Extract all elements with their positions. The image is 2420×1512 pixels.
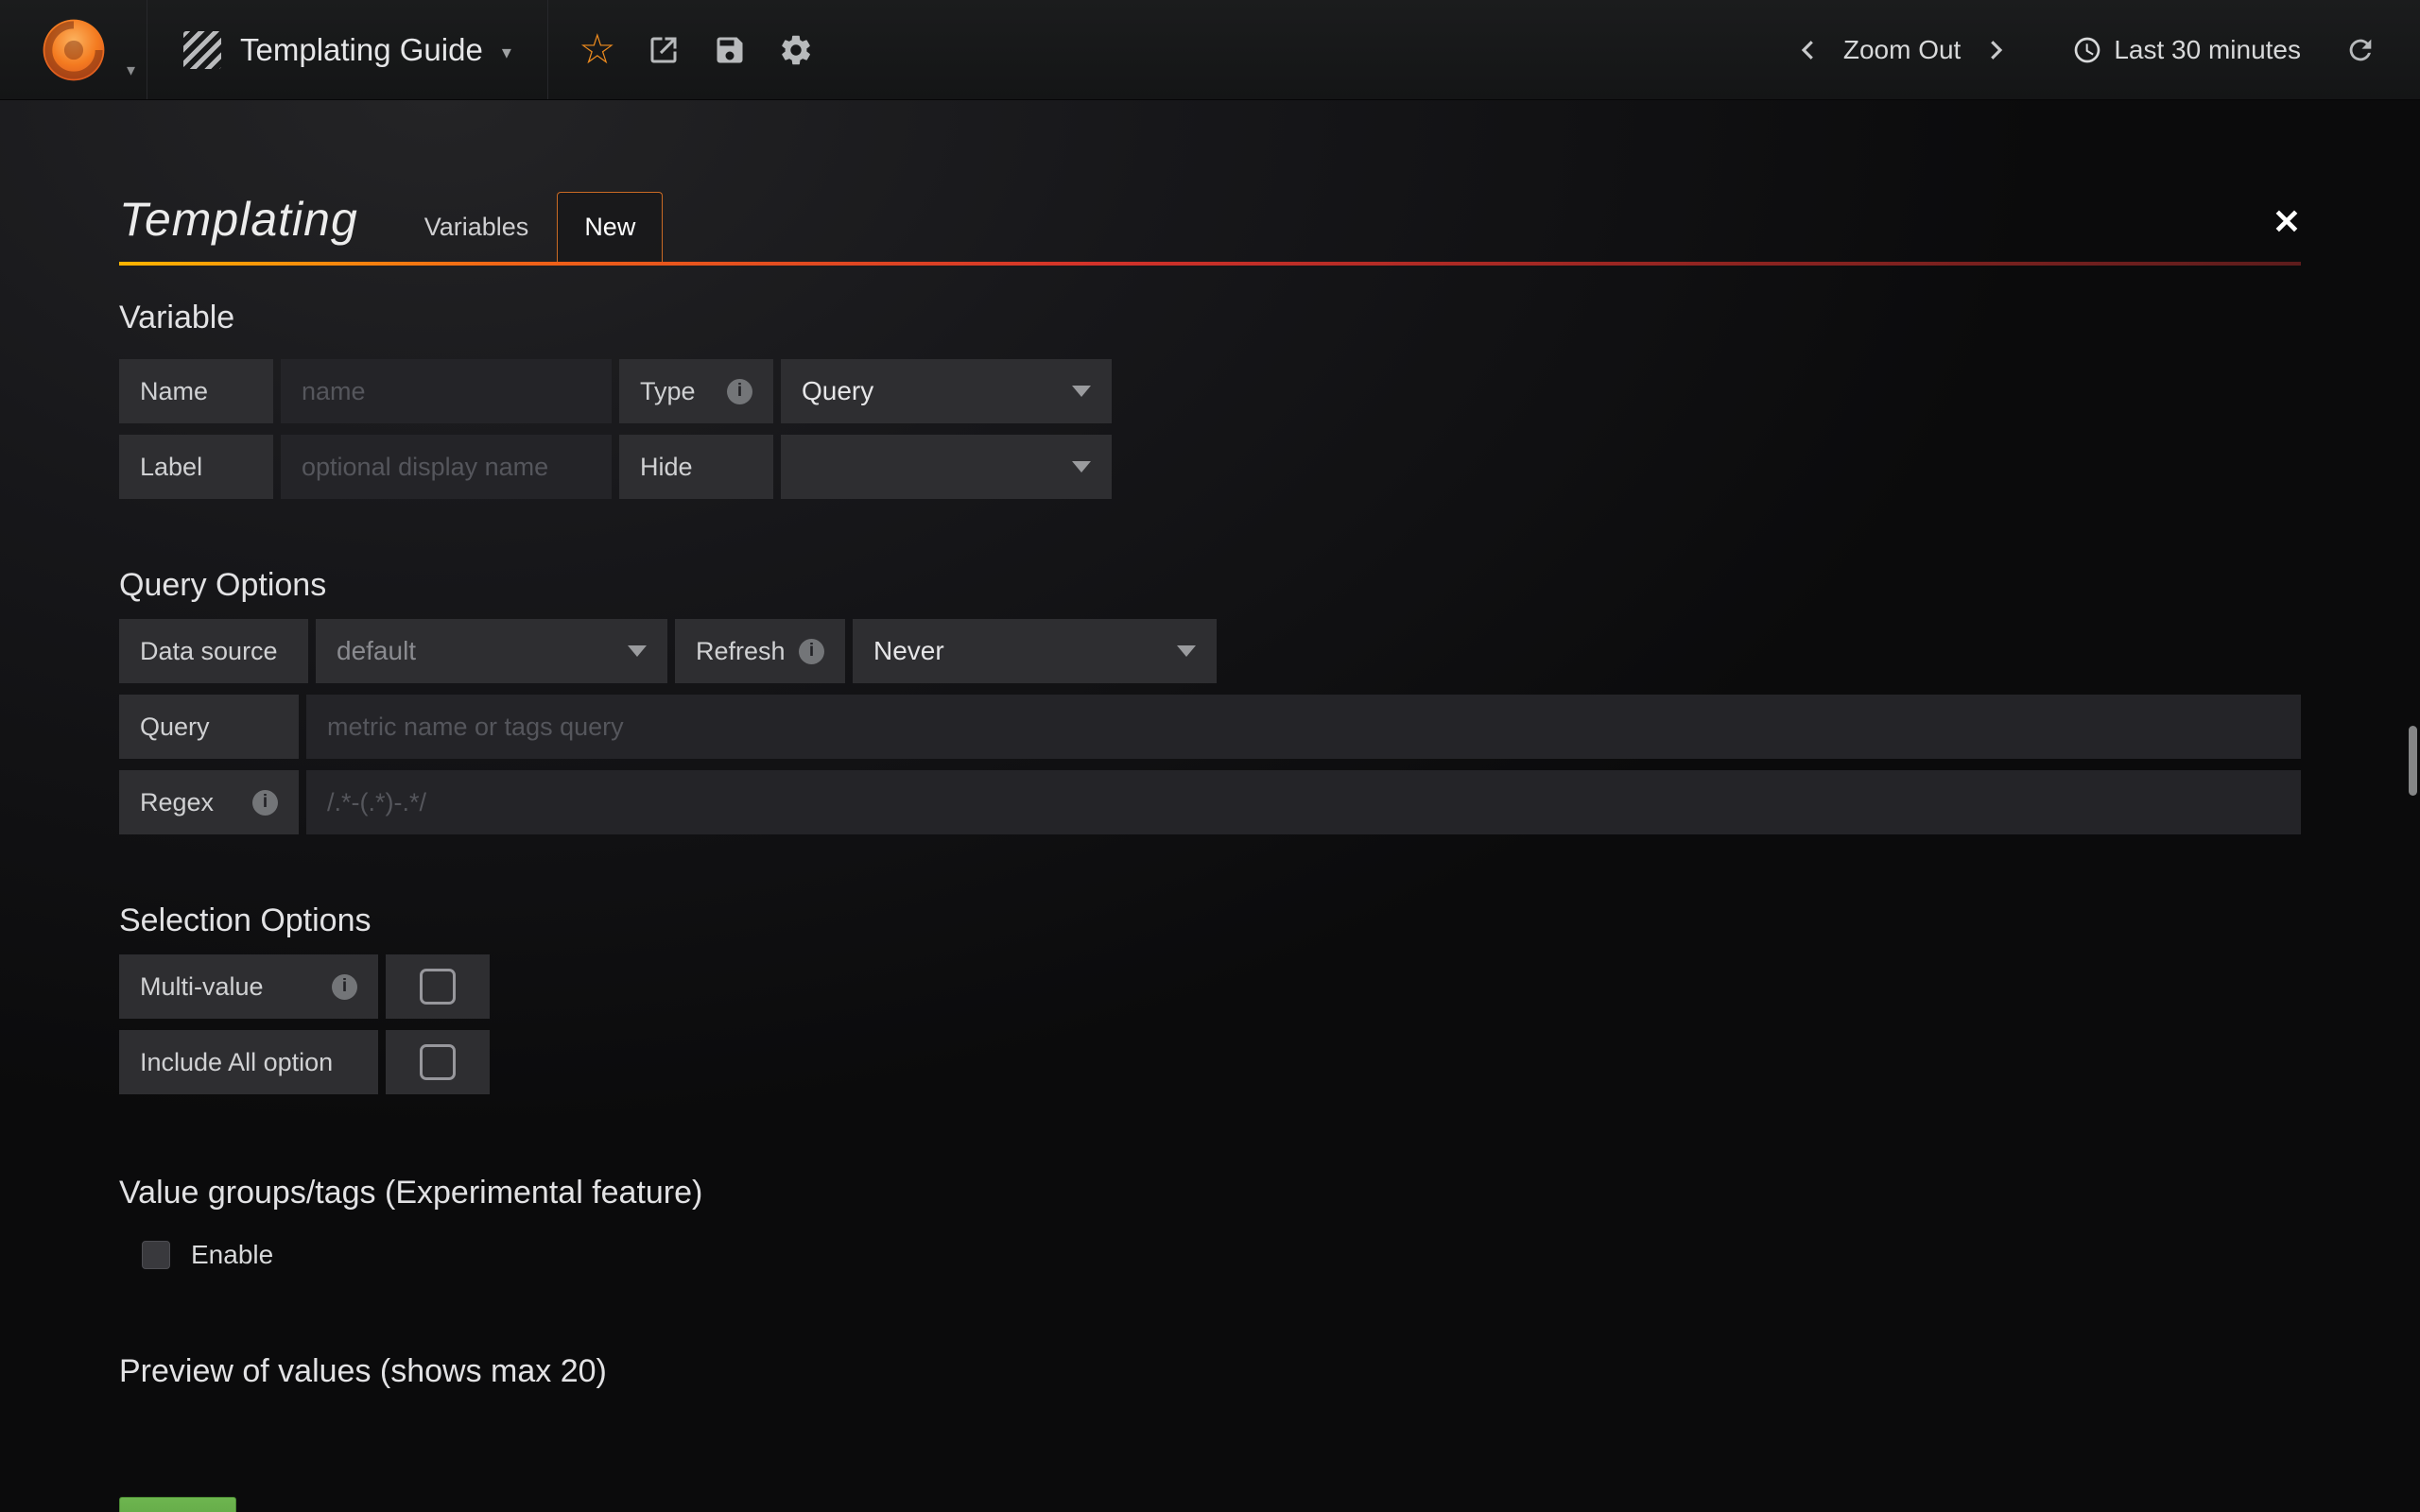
label-input[interactable]: [281, 435, 612, 499]
variable-name-row: Name Type i Query: [119, 359, 2301, 423]
templating-editor: Templating Variables New ✕ Variable Name…: [0, 192, 2420, 1512]
refresh-select[interactable]: Never: [853, 619, 1217, 683]
name-label: Name: [119, 359, 273, 423]
grafana-logo-icon: [40, 16, 108, 84]
type-label: Type i: [619, 359, 773, 423]
regex-info-icon[interactable]: i: [252, 790, 278, 816]
navbar-spacer: [845, 0, 1781, 99]
selection-options-heading: Selection Options: [119, 902, 2301, 939]
data-source-select-caret-icon: [628, 645, 647, 657]
enable-label: Enable: [191, 1240, 273, 1270]
close-editor-button[interactable]: ✕: [2273, 205, 2301, 239]
navbar-toolbar: ☆: [548, 0, 845, 99]
refresh-select-value: Never: [873, 636, 944, 666]
multi-value-label-text: Multi-value: [140, 972, 264, 1002]
regex-row: Regex i: [119, 770, 2301, 834]
variable-section: Variable Name Type i Query Label Hide: [119, 300, 2301, 499]
refresh-info-icon[interactable]: i: [799, 639, 824, 664]
datasource-row: Data source default Refresh i Never: [119, 619, 2301, 683]
chevron-right-icon: [1981, 36, 2010, 64]
preview-heading: Preview of values (shows max 20): [119, 1353, 2301, 1390]
hide-select[interactable]: [781, 435, 1112, 499]
logo-caret-down-icon: ▾: [127, 60, 135, 80]
share-icon: [647, 33, 681, 67]
type-select-value: Query: [802, 376, 873, 406]
refresh-button[interactable]: [2344, 34, 2377, 66]
tab-variables[interactable]: Variables: [396, 193, 558, 262]
multi-value-row: Multi-value i: [119, 954, 2301, 1019]
hide-label: Hide: [619, 435, 773, 499]
accent-divider: [119, 262, 2301, 266]
tab-new[interactable]: New: [557, 192, 663, 262]
scrollbar-thumb[interactable]: [2409, 726, 2417, 796]
include-all-checkbox-icon: [420, 1044, 456, 1080]
data-source-select-value: default: [337, 636, 416, 666]
label-label: Label: [119, 435, 273, 499]
grafana-logo-button[interactable]: ▾: [0, 0, 147, 99]
editor-header: Templating Variables New ✕: [119, 192, 2301, 262]
regex-label-text: Regex: [140, 788, 214, 817]
include-all-row: Include All option: [119, 1030, 2301, 1094]
multi-value-info-icon[interactable]: i: [332, 974, 357, 1000]
selection-options-section: Selection Options Multi-value i Include …: [119, 902, 2301, 1094]
gear-icon: [778, 32, 814, 68]
query-row: Query: [119, 695, 2301, 759]
time-shift-back-button[interactable]: [1781, 36, 1836, 64]
type-label-text: Type: [640, 377, 696, 406]
query-input[interactable]: [306, 695, 2301, 759]
grafana-templating-page: ▾ Templating Guide ▾ ☆: [0, 0, 2420, 1512]
multi-value-checkbox[interactable]: [386, 954, 490, 1019]
add-button[interactable]: Add: [119, 1497, 236, 1512]
include-all-label: Include All option: [119, 1030, 378, 1094]
query-options-section: Query Options Data source default Refres…: [119, 567, 2301, 834]
time-range-picker-button[interactable]: Last 30 minutes: [2072, 35, 2301, 65]
chevron-left-icon: [1794, 36, 1823, 64]
regex-label: Regex i: [119, 770, 299, 834]
time-controls: Zoom Out Last 30 minutes: [1781, 0, 2420, 99]
value-groups-heading: Value groups/tags (Experimental feature): [119, 1175, 2301, 1211]
type-select-caret-icon: [1072, 386, 1091, 397]
query-options-heading: Query Options: [119, 567, 2301, 604]
type-select[interactable]: Query: [781, 359, 1112, 423]
editor-tabs: Variables New: [396, 192, 664, 262]
clock-icon: [2072, 35, 2102, 65]
multi-value-label: Multi-value i: [119, 954, 378, 1019]
refresh-select-caret-icon: [1177, 645, 1196, 657]
share-button[interactable]: [635, 22, 692, 78]
save-icon: [713, 33, 747, 67]
time-range-label: Last 30 minutes: [2114, 35, 2301, 65]
name-input[interactable]: [281, 359, 612, 423]
star-icon: ☆: [579, 29, 615, 71]
enable-checkbox[interactable]: [142, 1241, 170, 1269]
data-source-label: Data source: [119, 619, 308, 683]
preview-section: Preview of values (shows max 20): [119, 1353, 2301, 1390]
include-all-checkbox[interactable]: [386, 1030, 490, 1094]
page-title: Templating: [119, 192, 358, 247]
time-shift-forward-button[interactable]: [1968, 36, 2023, 64]
query-label: Query: [119, 695, 299, 759]
save-button[interactable]: [701, 22, 758, 78]
enable-row: Enable: [119, 1240, 2301, 1270]
dashboard-caret-down-icon: ▾: [502, 41, 511, 64]
refresh-label: Refresh i: [675, 619, 845, 683]
dashboard-title: Templating Guide: [240, 32, 483, 68]
dashboard-icon: [183, 31, 221, 69]
regex-input[interactable]: [306, 770, 2301, 834]
hide-select-caret-icon: [1072, 461, 1091, 472]
value-groups-section: Value groups/tags (Experimental feature)…: [119, 1175, 2301, 1270]
data-source-select[interactable]: default: [316, 619, 667, 683]
dashboard-title-button[interactable]: Templating Guide ▾: [147, 0, 548, 99]
multi-value-checkbox-icon: [420, 969, 456, 1005]
top-navbar: ▾ Templating Guide ▾ ☆: [0, 0, 2420, 100]
type-info-icon[interactable]: i: [727, 379, 752, 404]
close-icon: ✕: [2273, 202, 2301, 241]
refresh-icon: [2344, 34, 2377, 66]
variable-label-row: Label Hide: [119, 435, 2301, 499]
settings-button[interactable]: [768, 22, 824, 78]
variable-heading: Variable: [119, 300, 2301, 336]
refresh-label-text: Refresh: [696, 637, 786, 666]
star-button[interactable]: ☆: [569, 22, 626, 78]
zoom-out-button[interactable]: Zoom Out: [1836, 35, 1968, 65]
